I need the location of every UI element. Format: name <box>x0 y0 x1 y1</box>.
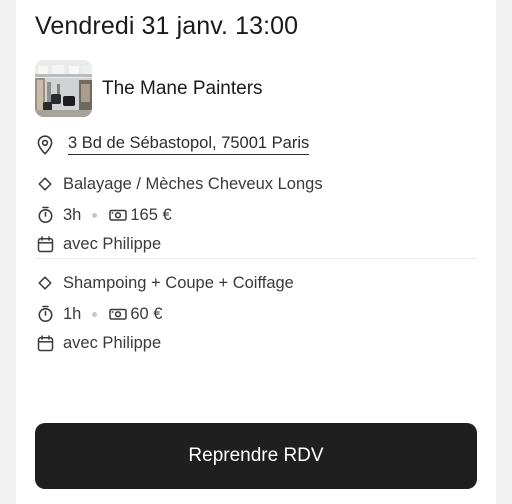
stopwatch-icon <box>35 205 55 225</box>
calendar-icon <box>35 234 55 254</box>
salon-header[interactable]: The Mane Painters <box>35 60 263 117</box>
salon-interior-image <box>35 60 92 117</box>
service-price: 60 € <box>130 304 163 323</box>
diamond-icon <box>35 273 55 293</box>
service-details-row: 1h 60 € <box>35 304 162 324</box>
address-link[interactable]: 3 Bd de Sébastopol, 75001 Paris <box>68 134 310 155</box>
service-name: Balayage / Mèches Cheveux Longs <box>63 174 323 193</box>
address-row[interactable]: 3 Bd de Sébastopol, 75001 Paris <box>35 134 310 155</box>
service-duration: 1h <box>63 304 82 323</box>
separator-dot <box>92 212 98 218</box>
cash-icon <box>109 208 128 222</box>
salon-name[interactable]: The Mane Painters <box>102 78 263 100</box>
rebook-button[interactable]: Reprendre RDV <box>35 423 477 489</box>
service-name-row: Balayage / Mèches Cheveux Longs <box>35 174 323 194</box>
appointment-datetime: Vendredi 31 janv. 13:00 <box>35 12 299 40</box>
service-divider <box>35 258 477 259</box>
service-details-row: 3h 165 € <box>35 205 172 225</box>
service-staff: avec Philippe <box>63 234 162 253</box>
service-name-row: Shampoing + Coupe + Coiffage <box>35 273 294 293</box>
map-pin-icon <box>35 134 55 155</box>
appointment-card: Vendredi 31 janv. 13:00 The Mane Painter… <box>16 0 496 504</box>
cash-icon <box>109 307 128 321</box>
salon-photo[interactable] <box>35 60 92 117</box>
service-staff-row: avec Philippe <box>35 234 161 254</box>
service-staff: avec Philippe <box>63 333 162 352</box>
calendar-icon <box>35 333 55 353</box>
service-staff-row: avec Philippe <box>35 333 161 353</box>
diamond-icon <box>35 174 55 194</box>
service-duration: 3h <box>63 205 82 224</box>
service-name: Shampoing + Coupe + Coiffage <box>63 273 294 292</box>
stopwatch-icon <box>35 304 55 324</box>
service-price: 165 € <box>130 205 172 224</box>
separator-dot <box>92 311 98 317</box>
